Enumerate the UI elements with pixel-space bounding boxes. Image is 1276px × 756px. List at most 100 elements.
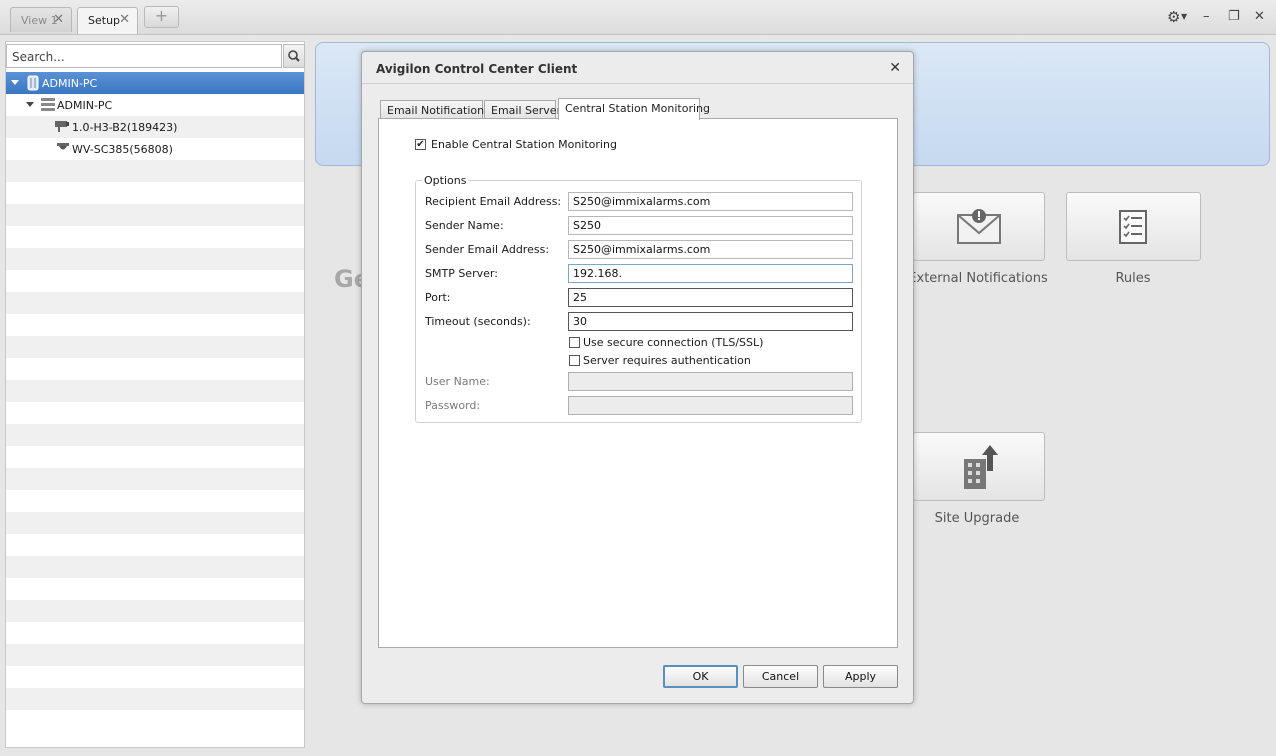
- empty-row: [6, 204, 304, 226]
- empty-row: [6, 446, 304, 468]
- sender-name-label: Sender Name:: [425, 219, 504, 232]
- search-icon: [288, 50, 300, 62]
- empty-row: [6, 512, 304, 534]
- empty-row: [6, 468, 304, 490]
- tab-email-notifications[interactable]: Email Notifications: [380, 100, 490, 119]
- timeout-field[interactable]: 30: [568, 312, 853, 331]
- tree-item-label: WV-SC385(56808): [72, 143, 173, 156]
- server-icon: [41, 98, 55, 111]
- timeout-label: Timeout (seconds):: [425, 315, 531, 328]
- building-upgrade-icon: [964, 445, 998, 489]
- sender-name-field[interactable]: S250: [568, 216, 853, 235]
- sender-email-label: Sender Email Address:: [425, 243, 550, 256]
- central-station-panel: ✔ Enable Central Station Monitoring Opti…: [378, 118, 898, 648]
- tree-item-label: ADMIN-PC: [57, 99, 113, 112]
- chevron-down-icon[interactable]: ▼: [1181, 12, 1187, 21]
- system-explorer: Search... ADMIN-PC ADMIN-PC 1.0-H3-B2(18…: [5, 41, 305, 748]
- empty-row: [6, 600, 304, 622]
- search-input[interactable]: Search...: [6, 44, 282, 68]
- smtp-server-label: SMTP Server:: [425, 267, 498, 280]
- close-tab-icon[interactable]: ✕: [53, 12, 64, 27]
- tab-label: Setup: [88, 14, 121, 27]
- tab-central-station-monitoring[interactable]: Central Station Monitoring: [558, 98, 710, 120]
- tile-label: External Notifications: [908, 271, 1048, 286]
- rules-tile[interactable]: [1066, 192, 1201, 261]
- divider: [362, 83, 913, 84]
- tls-checkbox[interactable]: [569, 337, 580, 348]
- sender-email-field[interactable]: S250@immixalarms.com: [568, 240, 853, 259]
- empty-row: [6, 182, 304, 204]
- enable-monitoring-label: Enable Central Station Monitoring: [431, 138, 617, 151]
- empty-row: [6, 424, 304, 446]
- settings-dialog: Avigilon Control Center Client ✕ Email N…: [361, 51, 914, 704]
- empty-row: [6, 622, 304, 644]
- empty-row: [6, 402, 304, 424]
- empty-row: [6, 226, 304, 248]
- empty-row: [6, 380, 304, 402]
- enable-monitoring-checkbox[interactable]: ✔: [415, 139, 426, 150]
- tree-item-label: ADMIN-PC: [42, 77, 98, 90]
- empty-row: [6, 270, 304, 292]
- close-window-button[interactable]: ✕: [1254, 9, 1265, 24]
- recipient-email-field[interactable]: S250@immixalarms.com: [568, 192, 853, 211]
- empty-row: [6, 556, 304, 578]
- empty-row: [6, 688, 304, 710]
- tree-item-server[interactable]: ADMIN-PC: [6, 94, 304, 116]
- minimize-button[interactable]: –: [1203, 9, 1210, 24]
- site-upgrade-tile[interactable]: [913, 432, 1045, 501]
- gear-icon[interactable]: ⚙: [1167, 8, 1180, 26]
- expand-arrow-icon[interactable]: [11, 80, 19, 85]
- auth-checkbox[interactable]: [569, 355, 580, 366]
- bullet-camera-icon: [55, 121, 69, 132]
- restore-button[interactable]: ❐: [1228, 9, 1240, 24]
- close-icon[interactable]: ✕: [889, 60, 901, 76]
- empty-row: [6, 336, 304, 358]
- empty-row: [6, 534, 304, 556]
- site-tree: ADMIN-PC ADMIN-PC 1.0-H3-B2(189423) WV-S…: [6, 72, 304, 732]
- username-label: User Name:: [425, 375, 490, 388]
- tab-strip: View 1 ✕ Setup ✕ + ⚙ ▼ – ❐ ✕: [0, 0, 1276, 35]
- ok-button[interactable]: OK: [663, 665, 738, 688]
- tree-item-label: 1.0-H3-B2(189423): [72, 121, 178, 134]
- site-icon: [27, 75, 39, 91]
- search-button[interactable]: [283, 44, 305, 68]
- empty-row: [6, 358, 304, 380]
- tile-label: Site Upgrade: [934, 511, 1020, 526]
- port-field[interactable]: 25: [568, 288, 853, 307]
- username-field[interactable]: [568, 372, 853, 391]
- auth-label: Server requires authentication: [583, 354, 751, 367]
- empty-row: [6, 666, 304, 688]
- empty-row: [6, 578, 304, 600]
- tree-item-site[interactable]: ADMIN-PC: [6, 72, 304, 94]
- empty-row: [6, 292, 304, 314]
- password-field[interactable]: [568, 396, 853, 415]
- cancel-button[interactable]: Cancel: [743, 665, 818, 688]
- checklist-icon: [1119, 210, 1147, 244]
- apply-button[interactable]: Apply: [823, 665, 898, 688]
- add-tab-button[interactable]: +: [144, 6, 179, 28]
- password-label: Password:: [425, 399, 481, 412]
- dome-camera-icon: [57, 143, 69, 150]
- port-label: Port:: [425, 291, 451, 304]
- envelope-alert-icon: [957, 209, 1001, 244]
- options-group: Options Recipient Email Address: S250@im…: [415, 174, 862, 423]
- close-tab-icon[interactable]: ✕: [119, 12, 130, 27]
- empty-row: [6, 160, 304, 182]
- external-notifications-tile[interactable]: [913, 192, 1045, 261]
- empty-row: [6, 490, 304, 512]
- empty-row: [6, 710, 304, 732]
- empty-row: [6, 248, 304, 270]
- expand-arrow-icon[interactable]: [26, 102, 34, 107]
- empty-row: [6, 314, 304, 336]
- tree-item-camera[interactable]: 1.0-H3-B2(189423): [6, 116, 304, 138]
- tls-label: Use secure connection (TLS/SSL): [583, 336, 764, 349]
- tab-view-1[interactable]: View 1 ✕: [10, 7, 72, 32]
- tab-setup[interactable]: Setup ✕: [77, 7, 138, 34]
- group-title: Options: [422, 174, 469, 187]
- dialog-title: Avigilon Control Center Client: [376, 62, 578, 76]
- tile-label: Rules: [1115, 271, 1151, 286]
- empty-row: [6, 644, 304, 666]
- smtp-server-field[interactable]: 192.168.: [568, 264, 853, 283]
- tree-item-camera[interactable]: WV-SC385(56808): [6, 138, 304, 160]
- tab-email-server[interactable]: Email Server: [484, 100, 561, 119]
